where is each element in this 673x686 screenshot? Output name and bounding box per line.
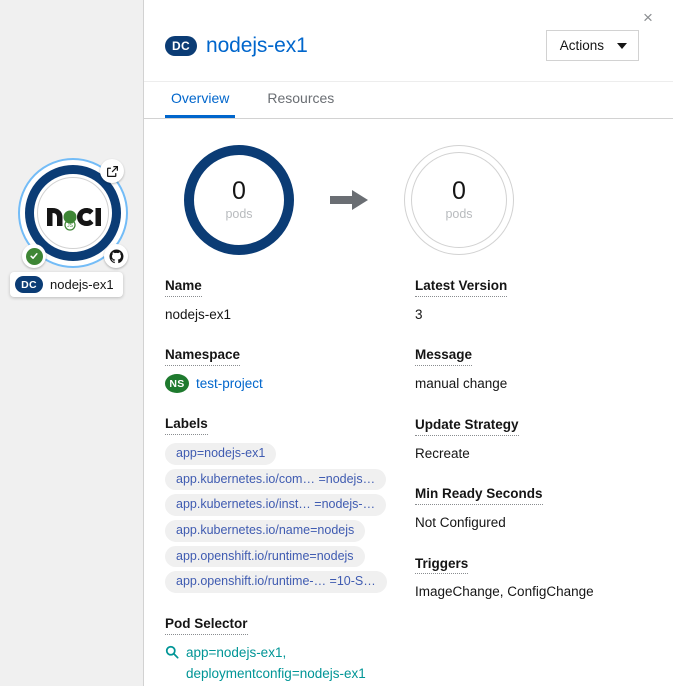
panel-title-group: DC nodejs-ex1	[165, 34, 308, 58]
label-chip[interactable]: app.openshift.io/runtime-… =10-S…	[165, 571, 387, 593]
pod-selector-line-2: deploymentconfig=nodejs-ex1	[186, 666, 366, 681]
field-name-label: Name	[165, 279, 202, 297]
field-min-ready-seconds-value: Not Configured	[415, 513, 653, 533]
pod-selector-row[interactable]: app=nodejs-ex1, deploymentconfig=nodejs-e…	[165, 643, 409, 685]
field-message-value: manual change	[415, 374, 653, 394]
actions-button-label: Actions	[560, 38, 604, 53]
node-name-text: nodejs-ex1	[50, 277, 114, 292]
field-message: Message manual change	[415, 346, 653, 393]
namespace-row[interactable]: NS test-project	[165, 374, 409, 393]
field-message-label: Message	[415, 348, 472, 366]
field-namespace: Namespace NS test-project	[165, 346, 409, 393]
pod-scaling-row: 0 pods 0 pods	[165, 137, 653, 263]
current-pod-count: 0	[232, 179, 246, 204]
field-labels: Labels app=nodejs-ex1 app.kubernetes.io/…	[165, 415, 409, 593]
labels-chip-list: app=nodejs-ex1 app.kubernetes.io/com… =n…	[165, 443, 409, 593]
tab-resources[interactable]: Resources	[261, 89, 340, 118]
pod-selector-line-1: app=nodejs-ex1,	[186, 645, 286, 660]
node-kind-badge: DC	[15, 276, 43, 293]
app-root: JS	[0, 0, 673, 686]
external-link-icon[interactable]	[100, 159, 124, 183]
field-pod-selector: Pod Selector app=nodejs-ex1, deploymentco…	[165, 615, 409, 685]
field-namespace-label: Namespace	[165, 348, 240, 366]
target-pod-donut[interactable]: 0 pods	[404, 145, 514, 255]
panel-tabs: Overview Resources	[144, 82, 673, 119]
details-grid: Name nodejs-ex1 Namespace NS test-projec…	[165, 263, 653, 686]
github-icon[interactable]	[104, 244, 128, 268]
label-chip[interactable]: app.openshift.io/runtime=nodejs	[165, 546, 365, 568]
target-pod-count: 0	[452, 179, 466, 204]
topology-node-nodejs-ex1[interactable]: JS	[18, 158, 128, 268]
page-title[interactable]: nodejs-ex1	[206, 34, 308, 58]
actions-button[interactable]: Actions	[546, 30, 639, 61]
field-triggers: Triggers ImageChange, ConfigChange	[415, 555, 653, 602]
label-chip[interactable]: app.kubernetes.io/name=nodejs	[165, 520, 365, 542]
label-chip[interactable]: app.kubernetes.io/com… =nodejs…	[165, 469, 386, 491]
field-min-ready-seconds-label: Min Ready Seconds	[415, 487, 543, 505]
pod-selector-value[interactable]: app=nodejs-ex1, deploymentconfig=nodejs-e…	[186, 643, 366, 685]
chevron-down-icon	[617, 43, 627, 49]
namespace-link[interactable]: test-project	[196, 376, 263, 391]
field-labels-label: Labels	[165, 417, 208, 435]
check-circle-icon	[22, 244, 46, 268]
label-chip[interactable]: app=nodejs-ex1	[165, 443, 276, 465]
field-update-strategy: Update Strategy Recreate	[415, 416, 653, 463]
field-latest-version-label: Latest Version	[415, 279, 507, 297]
field-triggers-value: ImageChange, ConfigChange	[415, 582, 653, 602]
label-chip[interactable]: app.kubernetes.io/inst… =nodejs-…	[165, 494, 386, 516]
details-left-column: Name nodejs-ex1 Namespace NS test-projec…	[165, 277, 409, 686]
svg-text:JS: JS	[67, 223, 74, 229]
field-update-strategy-label: Update Strategy	[415, 418, 519, 436]
resource-kind-badge: DC	[165, 36, 197, 56]
panel-body: 0 pods 0 pods	[144, 119, 673, 686]
field-latest-version-value: 3	[415, 305, 653, 325]
field-name-value: nodejs-ex1	[165, 305, 409, 325]
tab-overview[interactable]: Overview	[165, 89, 235, 118]
field-latest-version: Latest Version 3	[415, 277, 653, 324]
details-right-column: Latest Version 3 Message manual change U…	[409, 277, 653, 686]
side-panel: × DC nodejs-ex1 Actions Overview Resourc…	[143, 0, 673, 686]
field-pod-selector-label: Pod Selector	[165, 617, 248, 635]
topology-canvas[interactable]: JS	[0, 0, 143, 686]
nodejs-logo-icon: JS	[44, 191, 102, 235]
target-pod-unit: pods	[445, 208, 472, 221]
field-name: Name nodejs-ex1	[165, 277, 409, 324]
field-triggers-label: Triggers	[415, 557, 468, 575]
current-pod-donut[interactable]: 0 pods	[184, 145, 294, 255]
field-min-ready-seconds: Min Ready Seconds Not Configured	[415, 485, 653, 532]
panel-header: DC nodejs-ex1 Actions	[144, 0, 673, 82]
field-update-strategy-value: Recreate	[415, 444, 653, 464]
topology-node-label[interactable]: DC nodejs-ex1	[10, 272, 123, 297]
search-icon	[165, 645, 179, 664]
namespace-badge: NS	[165, 374, 189, 393]
arrow-right-icon	[294, 190, 404, 210]
current-pod-unit: pods	[225, 208, 252, 221]
